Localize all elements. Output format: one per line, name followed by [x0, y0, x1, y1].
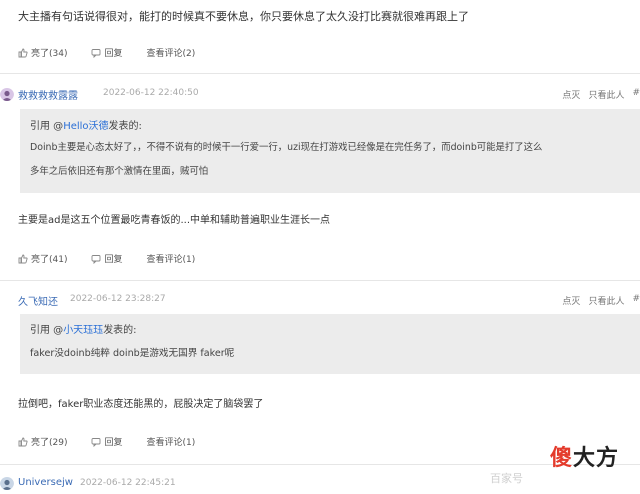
username[interactable]: 久飞知还: [18, 293, 58, 308]
view-comments-link[interactable]: 查看评论(2): [147, 46, 196, 59]
reply-icon: [92, 437, 101, 447]
only-this-user-link[interactable]: 只看此人: [588, 294, 624, 307]
quote-header: 引用 @小天珏珏发表的:: [30, 325, 137, 336]
comment-actions: 亮了(41) 回复 查看评论(1): [18, 252, 219, 265]
reply-icon: [92, 254, 101, 264]
thumbs-up-icon: [18, 254, 28, 263]
comment-body: 大主播有句话说得很对，能打的时候真不要休息，你只要休息了太久没打比赛就很难再跟上…: [18, 10, 469, 23]
quote-block: 引用 @小天珏珏发表的: faker没doinb纯粹 doinb是游戏无国界 f…: [20, 314, 640, 374]
reply-icon: [92, 48, 101, 58]
view-comments-link[interactable]: 查看评论(1): [147, 252, 196, 265]
floor-number: #: [632, 294, 640, 304]
reply-label: 回复: [104, 49, 123, 59]
comment-tools: 点灭 只看此人 #: [562, 294, 640, 307]
avatar[interactable]: [0, 476, 14, 490]
like-count: 亮了(41): [31, 255, 68, 265]
dislike-link[interactable]: 点灭: [562, 88, 580, 101]
view-comments-label: 查看评论(1): [146, 255, 196, 265]
quote-mention[interactable]: Hello沃德: [63, 121, 108, 132]
like-button[interactable]: 亮了(34): [18, 46, 67, 59]
dislike-link[interactable]: 点灭: [562, 294, 580, 307]
like-count: 亮了(29): [31, 438, 68, 448]
comment-body: 拉倒吧，faker职业态度还能黑的，屁股决定了脑袋罢了: [18, 399, 264, 410]
divider: [0, 280, 640, 281]
quote-header: 引用 @Hello沃德发表的:: [30, 121, 142, 132]
quote-line: Doinb主要是心态太好了，，不得不说有的时候干一行爱一行，uzi现在打游戏已经…: [30, 142, 543, 153]
divider: [0, 464, 640, 465]
timestamp: 2022-06-12 23:28:27: [70, 294, 166, 304]
username[interactable]: Universejw: [18, 477, 73, 488]
timestamp: 2022-06-12 22:45:21: [80, 478, 176, 488]
divider: [0, 73, 640, 74]
username[interactable]: 救救救救露露: [18, 87, 78, 102]
like-count: 亮了(34): [31, 49, 68, 59]
reply-label: 回复: [104, 255, 123, 265]
reply-button[interactable]: 回复: [91, 46, 123, 59]
quote-line: faker没doinb纯粹 doinb是游戏无国界 faker呢: [30, 348, 235, 359]
comment-actions: 亮了(29) 回复 查看评论(1): [18, 435, 219, 448]
timestamp: 2022-06-12 22:40:50: [103, 88, 199, 98]
comment-body: 主要是ad是这五个位置最吃青春饭的...中单和辅助普遍职业生涯长一点: [18, 215, 331, 226]
quote-line: 多年之后依旧还有那个激情在里面，贼可怕: [30, 166, 209, 177]
thumbs-up-icon: [18, 48, 28, 57]
comment-tools: 点灭 只看此人 #: [562, 88, 640, 101]
view-comments-label: 查看评论(1): [146, 438, 196, 448]
watermark-text: 百家号: [490, 473, 523, 485]
quote-mention[interactable]: 小天珏珏: [63, 325, 103, 336]
only-this-user-link[interactable]: 只看此人: [588, 88, 624, 101]
floor-number: #: [632, 88, 640, 98]
reply-label: 回复: [104, 438, 123, 448]
quote-block: 引用 @Hello沃德发表的: Doinb主要是心态太好了，，不得不说有的时候干…: [20, 109, 640, 193]
avatar[interactable]: [0, 87, 14, 101]
reply-button[interactable]: 回复: [91, 252, 123, 265]
like-button[interactable]: 亮了(29): [18, 435, 67, 448]
view-comments-link[interactable]: 查看评论(1): [147, 435, 196, 448]
watermark-logo: 傻大方: [550, 445, 620, 470]
comment-actions: 亮了(34) 回复 查看评论(2): [18, 46, 219, 59]
view-comments-label: 查看评论(2): [146, 49, 196, 59]
thumbs-up-icon: [18, 437, 28, 446]
like-button[interactable]: 亮了(41): [18, 252, 67, 265]
reply-button[interactable]: 回复: [91, 435, 123, 448]
